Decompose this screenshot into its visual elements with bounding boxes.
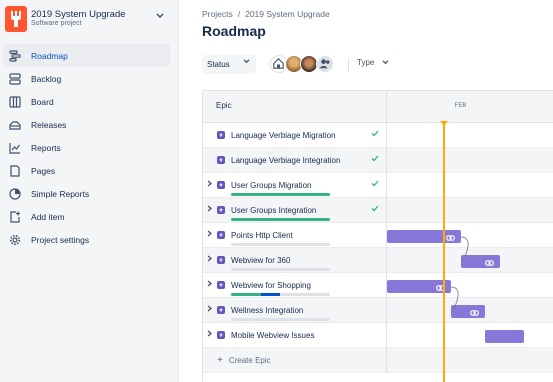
sidebar-item-label: Add item bbox=[31, 211, 65, 222]
sidebar-nav: Roadmap Backlog Board Releases Reports P… bbox=[3, 44, 170, 251]
sidebar: 2019 System Upgrade Software project Roa… bbox=[0, 0, 179, 382]
breadcrumb: Projects / 2019 System Upgrade bbox=[202, 9, 330, 19]
more-users-icon[interactable] bbox=[316, 55, 334, 73]
breadcrumb-project[interactable]: 2019 System Upgrade bbox=[245, 9, 330, 19]
sidebar-item-label: Backlog bbox=[31, 73, 62, 84]
sidebar-item-pages[interactable]: Pages bbox=[3, 159, 170, 182]
page-title: Roadmap bbox=[202, 23, 266, 39]
pie-chart-icon bbox=[8, 187, 22, 201]
type-filter-button[interactable]: Type bbox=[357, 58, 389, 67]
project-name: 2019 System Upgrade bbox=[31, 9, 126, 20]
sidebar-item-simple-reports[interactable]: Simple Reports bbox=[3, 182, 170, 205]
sidebar-item-releases[interactable]: Releases bbox=[3, 113, 170, 136]
sidebar-item-add-item[interactable]: Add item bbox=[3, 205, 170, 228]
project-header[interactable]: 2019 System Upgrade Software project bbox=[5, 6, 175, 32]
sidebar-item-label: Project settings bbox=[31, 234, 90, 245]
reports-icon bbox=[8, 141, 22, 155]
today-line bbox=[443, 123, 445, 382]
project-avatar bbox=[5, 6, 27, 32]
breadcrumb-projects[interactable]: Projects bbox=[202, 9, 233, 19]
sidebar-item-label: Simple Reports bbox=[31, 188, 90, 199]
toolbar-divider bbox=[348, 58, 349, 72]
sidebar-item-board[interactable]: Board bbox=[3, 90, 170, 113]
chevron-down-icon bbox=[243, 59, 250, 66]
type-filter-label: Type bbox=[357, 58, 375, 67]
sidebar-item-label: Roadmap bbox=[31, 50, 68, 61]
chevron-down-icon bbox=[382, 58, 389, 67]
board-icon bbox=[8, 95, 22, 109]
sidebar-item-label: Releases bbox=[31, 119, 67, 130]
breadcrumb-separator: / bbox=[237, 9, 241, 19]
project-type: Software project bbox=[31, 20, 82, 27]
sidebar-item-reports[interactable]: Reports bbox=[3, 136, 170, 159]
roadmap-icon bbox=[8, 49, 22, 63]
roadmap-grid: Epic FEB Language Verbiage Migration Lan… bbox=[202, 90, 553, 382]
sidebar-item-project-settings[interactable]: Project settings bbox=[3, 228, 170, 251]
sidebar-item-label: Reports bbox=[31, 142, 61, 153]
sidebar-item-backlog[interactable]: Backlog bbox=[3, 67, 170, 90]
sidebar-item-label: Pages bbox=[31, 165, 56, 176]
backlog-icon bbox=[8, 72, 22, 86]
toolbar: Status Type bbox=[202, 55, 552, 75]
add-item-icon bbox=[8, 210, 22, 224]
chevron-down-icon[interactable] bbox=[156, 12, 164, 21]
main-content: Projects / 2019 System Upgrade Roadmap Sta… bbox=[180, 0, 553, 382]
gear-icon bbox=[8, 233, 22, 247]
pages-icon bbox=[8, 164, 22, 178]
sidebar-item-label: Board bbox=[31, 96, 54, 107]
dependency-lines bbox=[450, 236, 469, 313]
status-filter-label: Status bbox=[207, 60, 230, 69]
status-filter-button[interactable]: Status bbox=[202, 55, 256, 74]
sidebar-item-roadmap[interactable]: Roadmap bbox=[3, 44, 170, 67]
releases-icon bbox=[8, 118, 22, 132]
